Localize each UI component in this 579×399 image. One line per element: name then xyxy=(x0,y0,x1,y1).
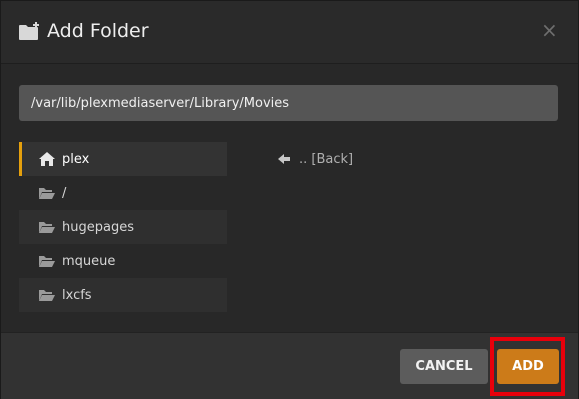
add-folder-dialog: Add Folder × plex / xyxy=(0,0,579,399)
folder-item-label: mqueue xyxy=(62,253,116,269)
folder-open-icon xyxy=(38,253,56,269)
arrow-left-icon xyxy=(277,153,291,165)
add-button[interactable]: ADD xyxy=(497,349,559,384)
folder-plus-icon xyxy=(18,21,42,41)
folder-item-root[interactable]: / xyxy=(19,176,227,210)
folder-item-label: plex xyxy=(62,151,90,167)
folder-item-plex[interactable]: plex xyxy=(19,142,227,176)
folder-item-label: lxcfs xyxy=(62,287,92,303)
dialog-header: Add Folder × xyxy=(1,1,578,64)
folder-path-input[interactable] xyxy=(19,85,558,121)
folder-list: plex / hugepages mqueue lxcfs xyxy=(19,142,227,312)
folder-open-icon xyxy=(38,185,56,201)
cancel-button[interactable]: CANCEL xyxy=(400,349,488,384)
back-link-label: .. [Back] xyxy=(299,151,354,167)
folder-open-icon xyxy=(38,219,56,235)
folder-item-label: hugepages xyxy=(62,219,134,235)
folder-item-label: / xyxy=(62,185,67,201)
folder-item-mqueue[interactable]: mqueue xyxy=(19,244,227,278)
back-link[interactable]: .. [Back] xyxy=(277,149,353,169)
home-icon xyxy=(38,151,56,167)
dialog-footer: CANCEL ADD xyxy=(1,332,578,399)
dialog-title: Add Folder xyxy=(47,20,149,42)
folder-item-lxcfs[interactable]: lxcfs xyxy=(19,278,227,312)
close-icon[interactable]: × xyxy=(541,20,558,40)
folder-open-icon xyxy=(38,287,56,303)
folder-item-hugepages[interactable]: hugepages xyxy=(19,210,227,244)
